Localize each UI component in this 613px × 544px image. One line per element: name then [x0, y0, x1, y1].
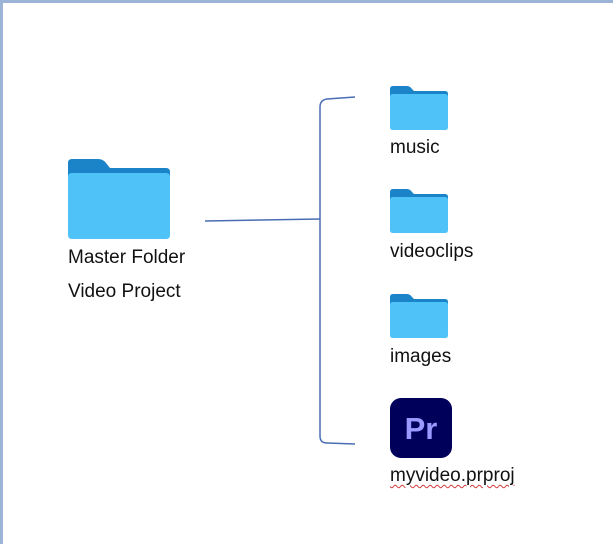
folder-icon [390, 189, 448, 233]
file-label-myvideo-prproj: myvideo.prproj [390, 465, 515, 486]
folder-label-videoclips: videoclips [390, 241, 474, 262]
folder-icon [68, 159, 170, 239]
connector-lines [204, 96, 356, 445]
folder-icon [390, 86, 448, 130]
premiere-pro-icon: Pr [390, 398, 452, 458]
connector-bracket [319, 96, 356, 445]
master-folder-label-line2: Video Project [68, 281, 181, 302]
premiere-pro-icon-text: Pr [405, 411, 438, 446]
folder-label-images: images [390, 346, 452, 367]
connector-stem [204, 218, 321, 222]
folder-label-music: music [390, 137, 440, 158]
folder-icon [390, 294, 448, 338]
master-folder-label-line1: Master Folder [68, 247, 186, 268]
